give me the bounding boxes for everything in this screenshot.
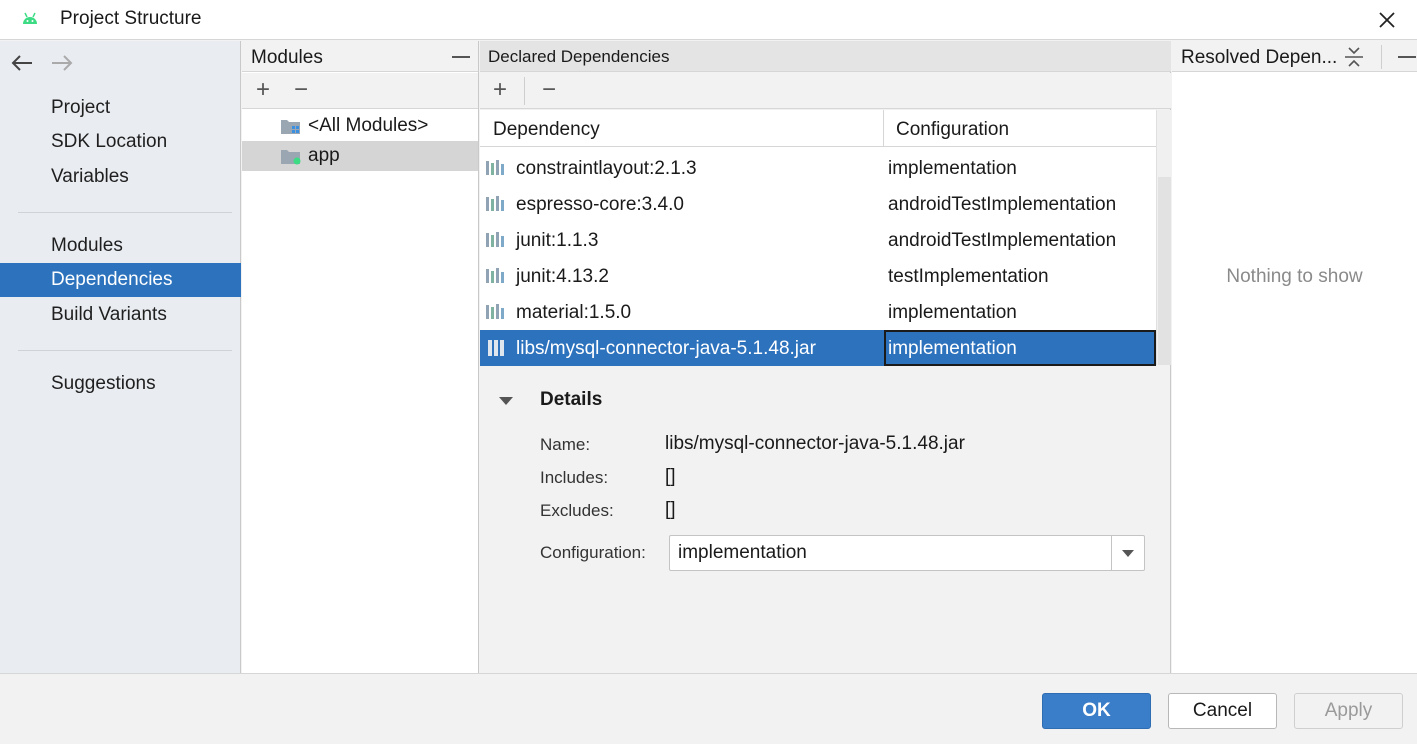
add-module-button[interactable]: + <box>248 75 278 105</box>
sidebar-item-modules[interactable]: Modules <box>0 229 241 263</box>
collapse-all-icon[interactable] <box>1342 46 1366 68</box>
module-label: <All Modules> <box>308 115 429 136</box>
minimize-icon[interactable] <box>452 56 470 58</box>
declared-dependencies-pane: Declared Dependencies + − Dependency Con… <box>480 41 1171 673</box>
declared-dependencies-header: Declared Dependencies <box>480 41 1171 72</box>
dropdown-button[interactable] <box>1111 536 1144 570</box>
column-header-dependency[interactable]: Dependency <box>480 110 884 147</box>
dependency-configuration: androidTestImplementation <box>888 194 1117 215</box>
resolved-dependencies-title: Resolved Depen... <box>1181 47 1338 68</box>
apply-button[interactable]: Apply <box>1294 693 1403 729</box>
excludes-value: [] <box>665 499 676 520</box>
table-row[interactable]: material:1.5.0 implementation <box>480 294 1156 330</box>
modules-title: Modules <box>251 47 323 68</box>
module-item-all[interactable]: <All Modules> <box>242 111 478 141</box>
table-row[interactable]: junit:1.1.3 androidTestImplementation <box>480 222 1156 258</box>
back-arrow-icon[interactable] <box>10 53 34 73</box>
sidebar-divider <box>18 212 232 213</box>
modules-folder-icon <box>281 120 300 134</box>
toolbar-separator <box>1381 45 1382 69</box>
resolved-dependencies-pane: Resolved Depen... Nothing to show <box>1172 41 1417 673</box>
scrollbar-thumb[interactable] <box>1158 177 1171 365</box>
sidebar-item-variables[interactable]: Variables <box>0 160 241 194</box>
dependency-name: material:1.5.0 <box>516 302 632 323</box>
app-module-folder-icon <box>281 150 301 165</box>
includes-label: Includes: <box>540 468 609 487</box>
remove-module-button[interactable]: − <box>286 75 316 105</box>
details-panel: Details Name: libs/mysql-connector-java-… <box>480 365 1171 673</box>
table-row-selected[interactable]: libs/mysql-connector-java-5.1.48.jar imp… <box>480 330 1156 366</box>
table-row[interactable]: constraintlayout:2.1.3 implementation <box>480 150 1156 186</box>
empty-state-text: Nothing to show <box>1226 266 1363 287</box>
dependencies-table: Dependency Configuration constraintlayou… <box>480 110 1171 366</box>
sidebar-item-build-variants[interactable]: Build Variants <box>0 298 241 332</box>
toolbar-separator <box>524 77 525 105</box>
dependency-name: libs/mysql-connector-java-5.1.48.jar <box>516 338 816 359</box>
library-icon <box>486 160 504 175</box>
cancel-button[interactable]: Cancel <box>1168 693 1277 729</box>
dialog-footer: OK Cancel Apply <box>0 673 1417 744</box>
configuration-select[interactable]: implementation <box>669 535 1145 571</box>
title-bar: Project Structure <box>0 0 1417 40</box>
library-icon <box>486 232 504 247</box>
table-scrollbar[interactable] <box>1156 110 1171 365</box>
includes-value: [] <box>665 466 676 487</box>
dependency-name: junit:1.1.3 <box>516 230 599 251</box>
sidebar-item-sdk-location[interactable]: SDK Location <box>0 125 241 159</box>
library-icon <box>486 268 504 283</box>
collapse-triangle-icon[interactable] <box>499 397 513 405</box>
window-title: Project Structure <box>60 8 202 29</box>
details-title: Details <box>540 389 603 410</box>
forward-arrow-icon[interactable] <box>50 53 74 73</box>
column-header-configuration[interactable]: Configuration <box>884 110 1156 147</box>
ok-button[interactable]: OK <box>1042 693 1151 729</box>
declared-dependencies-title: Declared Dependencies <box>488 47 670 66</box>
minimize-icon[interactable] <box>1398 56 1416 58</box>
dependency-configuration: implementation <box>888 158 1017 179</box>
add-dependency-button[interactable]: + <box>485 75 515 105</box>
configuration-label: Configuration: <box>540 543 646 562</box>
android-icon <box>23 12 37 24</box>
library-icon <box>486 196 504 211</box>
module-item-app[interactable]: app <box>242 141 478 171</box>
sidebar-divider <box>18 350 232 351</box>
name-value: libs/mysql-connector-java-5.1.48.jar <box>665 433 965 454</box>
configuration-select-value: implementation <box>678 542 807 563</box>
jar-file-icon <box>488 340 504 356</box>
dependencies-toolbar: + − <box>480 73 1171 109</box>
resolved-dependencies-header: Resolved Depen... <box>1172 41 1417 72</box>
dependency-name: junit:4.13.2 <box>516 266 609 287</box>
table-row[interactable]: espresso-core:3.4.0 androidTestImplement… <box>480 186 1156 222</box>
dependency-configuration: implementation <box>888 302 1017 323</box>
sidebar-item-project[interactable]: Project <box>0 91 241 125</box>
dependency-name: espresso-core:3.4.0 <box>516 194 684 215</box>
modules-toolbar: + − <box>242 73 478 109</box>
name-label: Name: <box>540 435 591 454</box>
nav-arrows <box>10 51 90 75</box>
dependency-name: constraintlayout:2.1.3 <box>516 158 697 179</box>
table-row[interactable]: junit:4.13.2 testImplementation <box>480 258 1156 294</box>
dependency-configuration[interactable]: implementation <box>884 330 1156 366</box>
library-icon <box>486 304 504 319</box>
remove-dependency-button[interactable]: − <box>534 75 564 105</box>
dependency-configuration: testImplementation <box>888 266 1049 287</box>
modules-header: Modules <box>242 41 478 72</box>
sidebar-item-suggestions[interactable]: Suggestions <box>0 367 241 401</box>
dependency-configuration: androidTestImplementation <box>888 230 1117 251</box>
close-icon[interactable] <box>1373 6 1401 34</box>
modules-pane: Modules + − <All Modules> app <box>242 41 479 673</box>
module-label: app <box>308 145 340 166</box>
excludes-label: Excludes: <box>540 501 614 520</box>
sidebar-item-dependencies[interactable]: Dependencies <box>0 263 241 297</box>
sidebar: Project SDK Location Variables Modules D… <box>0 41 241 673</box>
chevron-down-icon <box>1122 550 1134 557</box>
